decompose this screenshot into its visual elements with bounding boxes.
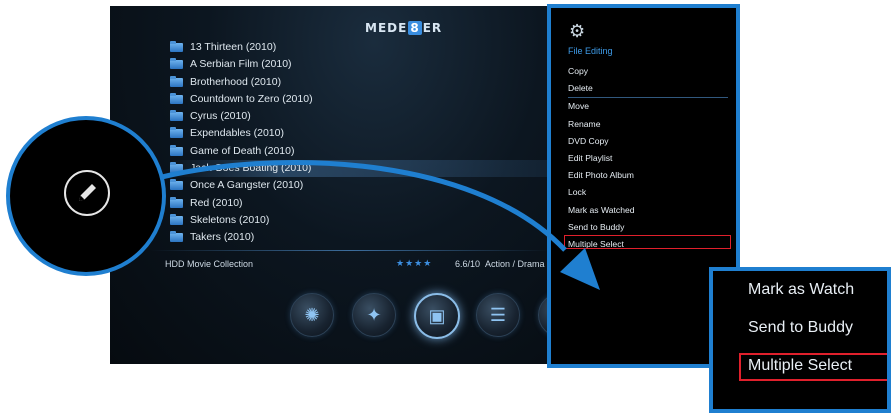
arrow-head	[560, 248, 600, 290]
edit-callout-circle	[6, 116, 166, 276]
pencil-glyph	[79, 184, 96, 201]
arrow-curve	[149, 160, 567, 252]
pencil-icon[interactable]	[64, 170, 110, 216]
